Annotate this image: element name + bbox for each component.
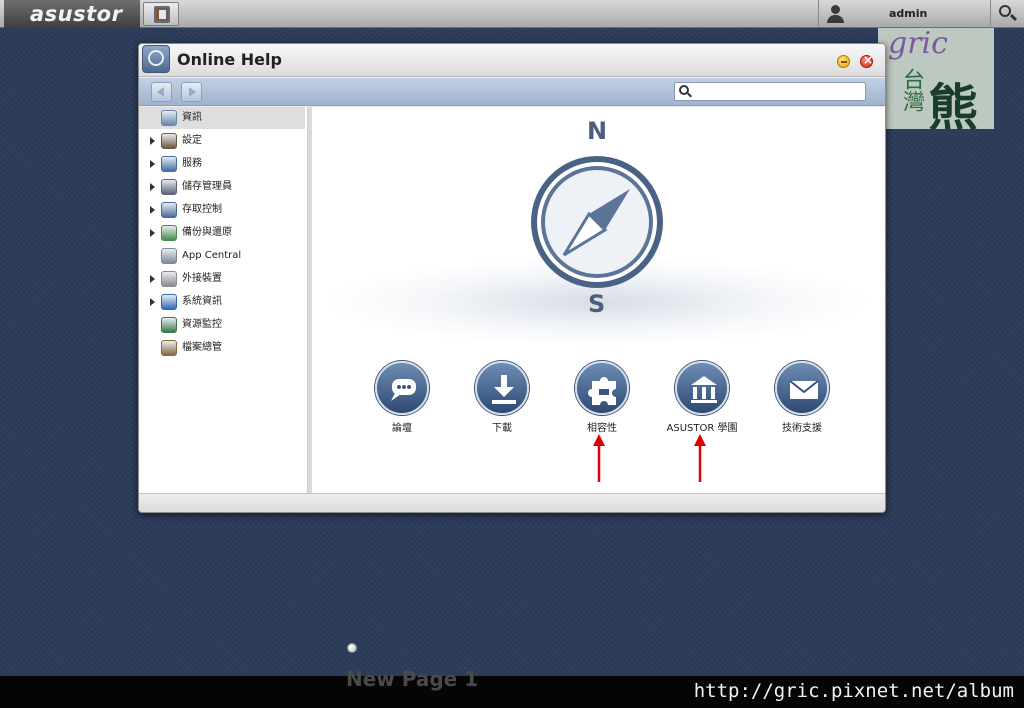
sidebar-item-label: 儲存管理員 [182,181,232,192]
asustor-logo: asustor [4,0,140,28]
feature-link[interactable]: 相容性 [552,361,652,434]
compatibility-icon[interactable] [575,361,629,415]
compass-south-label: S [588,290,606,318]
minimize-button[interactable] [837,55,850,68]
sidebar-item[interactable]: 設定 [139,130,305,152]
sidebar-item[interactable]: 儲存管理員 [139,176,305,198]
sidebar-item[interactable]: 存取控制 [139,199,305,221]
sidebar-item-label: App Central [182,250,242,261]
feature-link[interactable]: 技術支援 [752,361,852,434]
online-help-window: Online Help 資訊設定服務儲存管理員存取控制備份與還原 App Cent… [138,43,886,513]
services-icon [161,156,177,172]
settings-icon [161,133,177,149]
expand-arrow-icon[interactable] [150,229,155,237]
back-button[interactable] [151,82,172,102]
sidebar-item[interactable]: 服務 [139,153,305,175]
feature-link[interactable]: ASUSTOR 學園 [652,361,752,434]
sidebar-item[interactable]: App Central [139,245,305,267]
feature-label[interactable]: 論壇 [352,419,452,434]
download-icon[interactable] [475,361,529,415]
feature-link[interactable]: 論壇 [352,361,452,434]
window-titlebar[interactable]: Online Help [139,44,885,77]
file-explorer-icon [161,340,177,356]
sidebar-item-label: 外接裝置 [182,273,222,284]
resource-monitor-icon [161,317,177,333]
sidebar-item-label: 存取控制 [182,204,222,215]
feature-label[interactable]: 下載 [452,419,552,434]
sidebar-item[interactable]: 備份與還原 [139,222,305,244]
sidebar-item-label: 檔案總管 [182,342,222,353]
watermark-url: http://gric.pixnet.net/album [693,680,1014,702]
sidebar-item-label: 資訊 [182,112,202,123]
feature-label[interactable]: 技術支援 [752,419,852,434]
external-device-icon [161,271,177,287]
watermark-cn-big: 熊 [928,79,978,137]
user-icon [825,4,845,24]
feature-label[interactable]: ASUSTOR 學園 [652,419,752,434]
red-annotation-arrow [593,434,605,482]
access-control-icon [161,202,177,218]
sidebar-item-label: 服務 [182,158,202,169]
expand-arrow-icon[interactable] [150,298,155,306]
watermark-cn-small: 台灣 [899,68,924,112]
sidebar-item[interactable]: 檔案總管 [139,337,305,359]
sidebar-item-label: 系統資訊 [182,296,222,307]
top-bar: asustor admin [0,0,1024,28]
sidebar-item[interactable]: 資源監控 [139,314,305,336]
page-indicator-dot[interactable] [347,643,357,653]
compass-north-label: N [587,117,608,145]
expand-arrow-icon[interactable] [150,206,155,214]
expand-arrow-icon[interactable] [150,137,155,145]
online-help-taskbar-button[interactable] [143,2,179,26]
feature-label[interactable]: 相容性 [552,419,652,434]
sidebar-item[interactable]: 資訊 [139,107,305,129]
user-menu[interactable]: admin [818,0,990,28]
sidebar-item[interactable]: 外接裝置 [139,268,305,290]
help-search-box[interactable] [674,82,866,101]
system-info-icon [161,294,177,310]
window-footer [139,493,885,512]
sidebar-item-label: 備份與還原 [182,227,232,238]
app-central-icon [161,248,177,264]
storage-icon [161,179,177,195]
compass-icon [161,110,177,126]
user-name: admin [889,7,928,20]
help-search-input[interactable] [697,84,862,99]
sidebar-item-label: 設定 [182,135,202,146]
forward-button[interactable] [181,82,202,102]
watermark-logo: gric 台灣 熊 [878,26,994,137]
watermark-gric-text: gric [888,26,948,61]
window-toolbar [139,78,885,106]
backup-icon [161,225,177,241]
academy-icon[interactable] [675,361,729,415]
feature-link[interactable]: 下載 [452,361,552,434]
window-title: Online Help [177,50,282,69]
help-app-icon [142,45,170,73]
support-icon[interactable] [775,361,829,415]
expand-arrow-icon[interactable] [150,275,155,283]
compass-icon [531,156,663,288]
help-sidebar: 資訊設定服務儲存管理員存取控制備份與還原 App Central 外接裝置系統資訊資… [139,107,308,493]
red-annotation-arrow [694,434,706,482]
expand-arrow-icon[interactable] [150,183,155,191]
sidebar-item-label: 資源監控 [182,319,222,330]
sidebar-item[interactable]: 系統資訊 [139,291,305,313]
close-button[interactable] [860,53,873,68]
expand-arrow-icon[interactable] [150,160,155,168]
top-search-button[interactable] [990,0,1024,28]
forum-icon[interactable] [375,361,429,415]
desktop-page-label: New Page 1 [346,667,479,691]
online-help-icon [154,6,170,23]
